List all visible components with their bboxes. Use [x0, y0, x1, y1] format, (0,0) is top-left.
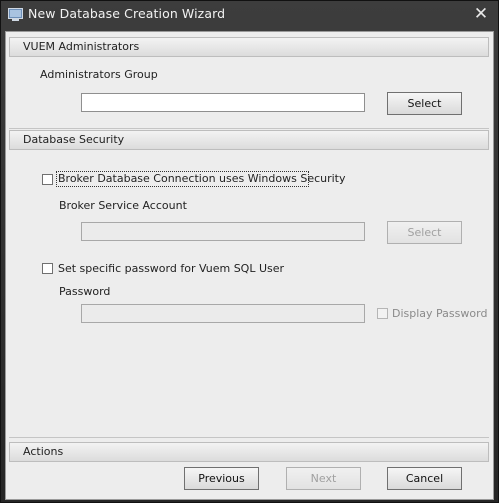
administrators-group-label: Administrators Group	[40, 68, 158, 81]
password-label: Password	[59, 285, 111, 298]
section-header-database-security: Database Security	[9, 130, 489, 150]
section-header-actions: Actions	[9, 442, 489, 462]
section-divider	[9, 437, 489, 438]
next-button[interactable]: Next	[286, 467, 361, 490]
window-title: New Database Creation Wizard	[28, 6, 226, 21]
broker-select-button[interactable]: Select	[387, 221, 462, 244]
broker-windows-security-checkbox[interactable]	[42, 174, 53, 185]
sql-password-checkbox[interactable]	[42, 263, 53, 274]
previous-button[interactable]: Previous	[184, 467, 259, 490]
section-header-vuem-administrators: VUEM Administrators	[9, 37, 489, 57]
wizard-window: New Database Creation Wizard ✕ VUEM Admi…	[0, 0, 499, 503]
cancel-button[interactable]: Cancel	[387, 467, 462, 490]
broker-service-account-input[interactable]	[81, 222, 365, 241]
sql-password-label[interactable]: Set specific password for Vuem SQL User	[58, 262, 284, 275]
title-bar[interactable]: New Database Creation Wizard ✕	[1, 1, 498, 29]
broker-windows-security-label[interactable]: Broker Database Connection uses Windows …	[58, 172, 346, 185]
broker-service-account-label: Broker Service Account	[59, 199, 187, 212]
database-window-icon	[8, 8, 23, 21]
display-password-label[interactable]: Display Password	[392, 307, 487, 320]
close-button[interactable]: ✕	[470, 4, 492, 24]
section-divider	[9, 128, 489, 129]
administrators-select-button[interactable]: Select	[387, 92, 462, 115]
wizard-content: VUEM Administrators Administrators Group…	[5, 31, 494, 500]
administrators-group-input[interactable]	[81, 93, 365, 112]
password-input[interactable]	[81, 304, 365, 323]
display-password-checkbox[interactable]	[377, 308, 388, 319]
